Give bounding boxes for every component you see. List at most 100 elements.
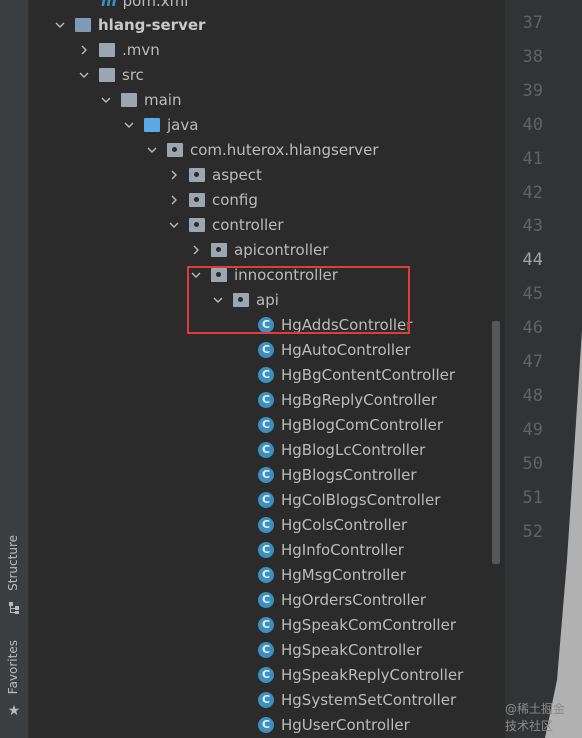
tree-item-label: HgOrdersController xyxy=(281,590,427,609)
tree-item-class[interactable]: C HgBlogLcController xyxy=(258,437,425,462)
class-icon: C xyxy=(258,591,274,608)
line-number: 43 xyxy=(522,216,543,237)
line-number: 52 xyxy=(522,521,543,542)
tree-item-label: HgColBlogsController xyxy=(281,490,441,509)
favorites-tab[interactable]: Favorites ★ xyxy=(0,640,28,722)
maven-icon: m xyxy=(101,0,117,10)
tree-item-label: hlang-server xyxy=(98,15,206,34)
tree-item-label: HgBgReplyController xyxy=(281,390,437,409)
tree-item-label: HgBgContentController xyxy=(281,365,456,384)
chevron-down-icon[interactable] xyxy=(167,218,181,232)
package-icon xyxy=(211,242,227,257)
tree-item-label: java xyxy=(167,115,199,134)
chevron-right-icon[interactable] xyxy=(77,43,91,57)
tree-item-aspect[interactable]: aspect xyxy=(167,162,262,187)
class-icon: C xyxy=(258,491,274,508)
package-icon xyxy=(167,142,183,157)
chevron-down-icon[interactable] xyxy=(145,143,159,157)
tree-scrollbar[interactable] xyxy=(492,321,500,564)
class-icon: C xyxy=(258,416,274,433)
class-icon: C xyxy=(258,641,274,658)
folder-icon xyxy=(121,92,137,107)
tree-item-label: HgSpeakComController xyxy=(281,615,456,634)
class-icon: C xyxy=(258,516,274,533)
tree-item-java[interactable]: java xyxy=(122,112,198,137)
tree-item-class[interactable]: C HgSpeakController xyxy=(258,637,422,662)
tree-item-label: HgBlogsController xyxy=(281,465,417,484)
tree-item-label: main xyxy=(144,90,182,109)
tree-item-class[interactable]: C HgBlogsController xyxy=(258,462,417,487)
line-number: 46 xyxy=(522,318,543,339)
package-icon xyxy=(189,192,205,207)
tree-item-class[interactable]: C HgColBlogsController xyxy=(258,487,440,512)
class-icon: C xyxy=(258,391,274,408)
tree-item-class[interactable]: C HgSystemSetController xyxy=(258,687,456,712)
class-icon: C xyxy=(258,341,274,358)
tree-item-class[interactable]: C HgBgContentController xyxy=(258,362,455,387)
tree-item-class[interactable]: C HgBgReplyController xyxy=(258,387,437,412)
tree-item-class[interactable]: C HgAutoController xyxy=(258,337,410,362)
line-number: 50 xyxy=(522,453,543,474)
class-icon: C xyxy=(258,366,274,383)
class-icon: C xyxy=(258,541,274,558)
line-number: 49 xyxy=(522,419,543,440)
package-icon xyxy=(189,167,205,182)
project-tree[interactable]: m pom.xml hlang-server .mvn src main jav… xyxy=(29,0,505,738)
tree-item-class[interactable]: C HgBlogComController xyxy=(258,412,443,437)
tree-item-config[interactable]: config xyxy=(167,187,258,212)
tree-item-class[interactable]: C HgInfoController xyxy=(258,537,404,562)
tree-item-label: .mvn xyxy=(122,40,160,59)
tree-item-label: apicontroller xyxy=(234,240,329,259)
chevron-down-icon[interactable] xyxy=(77,68,91,82)
line-number: 40 xyxy=(522,114,543,135)
tree-item-apicontroller[interactable]: apicontroller xyxy=(189,237,328,262)
chevron-right-icon[interactable] xyxy=(167,168,181,182)
chevron-down-icon[interactable] xyxy=(122,118,136,132)
line-number: 47 xyxy=(522,352,543,372)
class-icon: C xyxy=(258,691,274,708)
chevron-down-icon[interactable] xyxy=(99,93,113,107)
line-number: 48 xyxy=(522,385,543,406)
tree-item-src[interactable]: src xyxy=(77,62,144,87)
editor-gutter: 37 38 39 40 41 42 43 44 45 46 47 48 49 50 51 52 @稀土掘金技术… xyxy=(505,0,582,738)
chevron-down-icon[interactable] xyxy=(53,18,67,32)
structure-tab-label: Structure xyxy=(6,535,20,591)
line-number: 42 xyxy=(522,182,543,203)
tree-item-controller[interactable]: controller xyxy=(167,212,284,237)
chevron-right-icon[interactable] xyxy=(167,193,181,207)
class-icon: C xyxy=(258,466,274,483)
tree-item-package[interactable]: com.huterox.hlangserver xyxy=(145,137,379,162)
tree-item-label: HgBlogComController xyxy=(281,415,444,434)
class-icon: C xyxy=(258,441,274,458)
tree-item-label: com.huterox.hlangserver xyxy=(190,140,379,159)
line-number: 37 xyxy=(522,13,543,33)
tree-item-label: HgMsgController xyxy=(281,565,406,584)
tree-item-mvn[interactable]: .mvn xyxy=(77,37,160,62)
tree-item-main[interactable]: main xyxy=(99,87,181,112)
tree-item-class[interactable]: C HgColsController xyxy=(258,512,407,537)
tree-item-class[interactable]: C HgOrdersController xyxy=(258,587,426,612)
line-number: 38 xyxy=(522,46,543,67)
tree-item-label: pom.xml xyxy=(122,0,189,10)
tree-item-class[interactable]: C HgUserController xyxy=(258,712,410,737)
class-icon: C xyxy=(258,666,274,683)
highlight-box xyxy=(187,266,410,334)
tree-item-label: HgSystemSetController xyxy=(281,690,457,709)
source-folder-icon xyxy=(144,117,160,132)
chevron-right-icon[interactable] xyxy=(189,243,203,257)
tree-item-class[interactable]: C HgMsgController xyxy=(258,562,406,587)
tree-item-label: src xyxy=(122,65,144,84)
watermark: @稀土掘金技术社区 xyxy=(505,702,566,733)
tree-item-class[interactable]: C HgSpeakComController xyxy=(258,612,456,637)
structure-icon xyxy=(7,601,21,615)
tree-item-label: controller xyxy=(212,215,284,234)
structure-tab[interactable]: Structure xyxy=(0,535,28,615)
tree-item-label: HgColsController xyxy=(281,515,408,534)
tree-item-class[interactable]: C HgSpeakReplyController xyxy=(258,662,463,687)
tree-item-module[interactable]: hlang-server xyxy=(53,12,205,37)
tree-item-label: HgInfoController xyxy=(281,540,404,559)
tree-item-label: HgUserController xyxy=(281,715,410,734)
line-number: 41 xyxy=(522,148,543,169)
tree-item-label: HgAutoController xyxy=(281,340,411,359)
tree-item-label: HgSpeakReplyController xyxy=(281,665,464,684)
